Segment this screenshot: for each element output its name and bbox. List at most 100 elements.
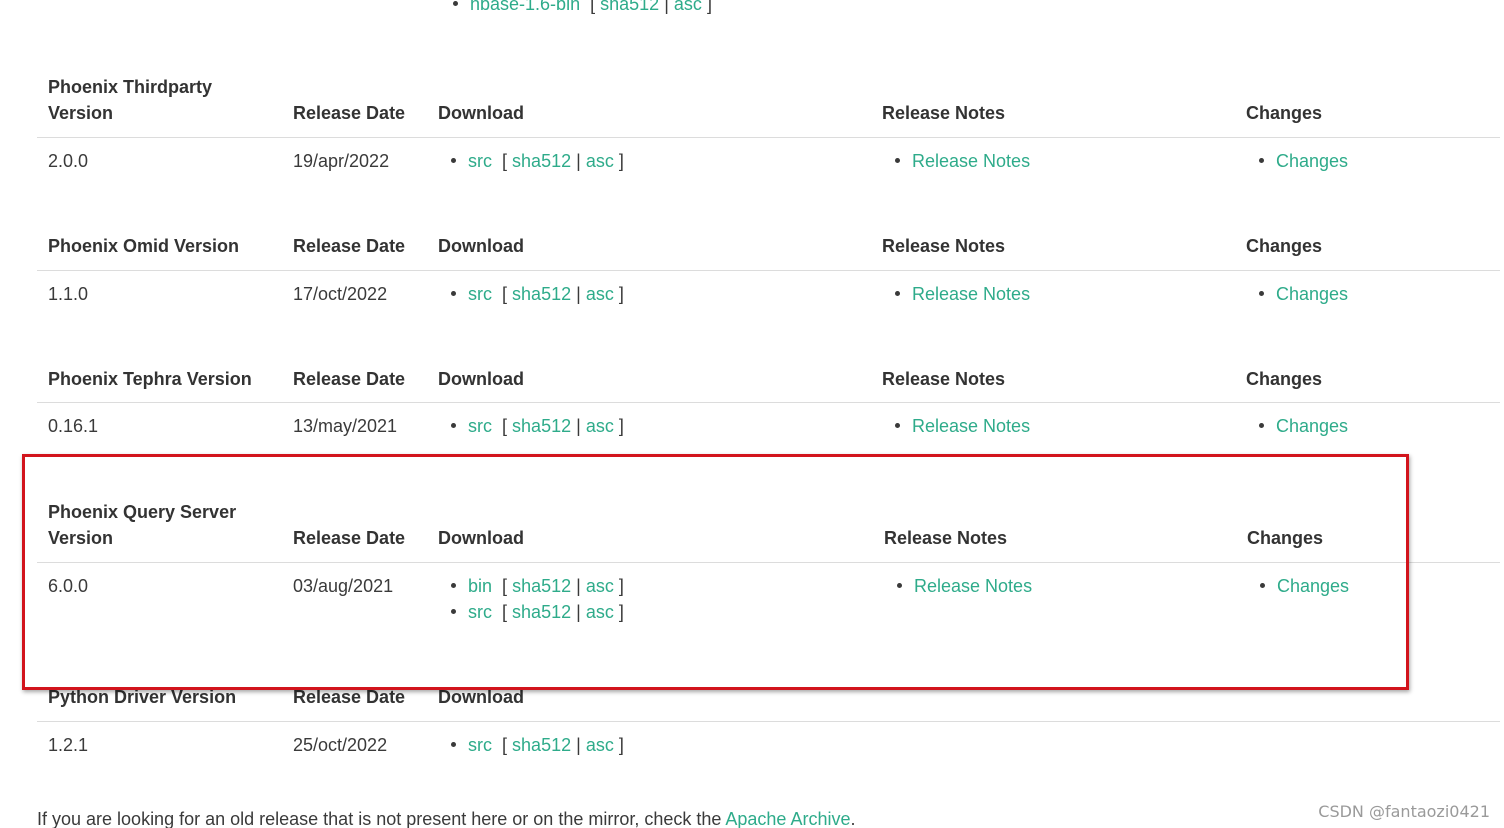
header-release-date: Release Date [293,369,406,389]
header-download: Download [438,369,524,389]
bracket-open: [ [502,284,508,304]
header-download: Download [438,103,524,123]
download-link-src[interactable]: src [468,416,492,436]
changes-item: Changes [1259,281,1348,307]
header-download: Download [438,687,524,707]
archive-note: If you are looking for an old release th… [37,806,855,828]
version-cell: 6.0.0 [48,576,89,596]
sha512-link[interactable]: sha512 [512,576,571,596]
pipe-separator: | [576,576,581,596]
header-release-notes: Release Notes [882,369,1006,389]
header-release-date: Release Date [293,103,406,123]
version-cell: 1.2.1 [48,735,89,755]
download-item: src [ sha512 | asc ] [451,281,624,307]
release-notes-link[interactable]: Release Notes [912,416,1030,436]
version-cell: 1.1.0 [48,284,89,304]
header-release-date: Release Date [293,687,406,707]
watermark: CSDN @fantaozi0421 [1318,802,1490,821]
bracket-close: ] [618,576,624,596]
bullet-icon [451,741,456,747]
asc-link[interactable]: asc [586,576,614,596]
bracket-open: [ [502,576,508,596]
asc-link[interactable]: asc [586,735,614,755]
download-link-src[interactable]: src [468,151,492,171]
asc-link[interactable]: asc [674,0,702,14]
header-version: Phoenix Omid Version [48,236,240,256]
bracket-open: [ [502,151,508,171]
changes-link[interactable]: Changes [1277,576,1349,596]
changes-item: Changes [1259,148,1348,174]
release-notes-link[interactable]: Release Notes [912,151,1030,171]
top-partial-download: hbase-1.6-bin [ sha512 | asc ] [453,0,712,17]
download-link-src[interactable]: src [468,284,492,304]
header-changes: Changes [1246,236,1323,256]
pipe-separator: | [576,284,581,304]
header-download: Download [438,236,524,256]
header-divider [37,402,1500,403]
bullet-icon [453,0,458,6]
header-divider [37,721,1500,722]
bullet-icon [451,422,456,428]
bracket-close: ] [618,602,624,622]
bracket-close: ] [618,151,624,171]
header-changes: Changes [1247,528,1324,548]
header-version: Phoenix Thirdparty Version [48,77,213,123]
pipe-separator: | [576,151,581,171]
asc-link[interactable]: asc [586,416,614,436]
header-release-date: Release Date [293,236,406,256]
sha512-link[interactable]: sha512 [512,284,571,304]
version-cell: 0.16.1 [48,416,99,436]
release-notes-item: Release Notes [895,148,1030,174]
header-divider [37,137,1500,138]
header-release-notes: Release Notes [882,103,1006,123]
changes-link[interactable]: Changes [1276,284,1348,304]
bullet-icon [451,157,456,163]
header-divider [37,270,1500,271]
bullet-icon [895,422,900,428]
asc-link[interactable]: asc [586,602,614,622]
release-notes-link[interactable]: Release Notes [912,284,1030,304]
bullet-icon [1259,422,1264,428]
changes-link[interactable]: Changes [1276,416,1348,436]
sha512-link[interactable]: sha512 [600,0,659,14]
asc-link[interactable]: asc [586,284,614,304]
sha512-link[interactable]: sha512 [512,416,571,436]
archive-note-text: If you are looking for an old release th… [37,809,726,828]
asc-link[interactable]: asc [586,151,614,171]
sha512-link[interactable]: sha512 [512,151,571,171]
download-item: src [ sha512 | asc ] [451,732,624,758]
changes-item: Changes [1259,413,1348,439]
bracket-open: [ [502,735,508,755]
header-divider [37,562,1500,563]
download-link-src[interactable]: src [468,602,492,622]
download-link-hbase-bin[interactable]: hbase-1.6-bin [470,0,580,14]
apache-archive-link[interactable]: Apache Archive [725,809,850,828]
header-release-notes: Release Notes [882,236,1006,256]
pipe-separator: | [576,602,581,622]
changes-item: Changes [1260,573,1349,599]
release-date-cell: 03/aug/2021 [293,576,394,596]
bullet-icon [451,608,456,614]
release-notes-item: Release Notes [897,573,1032,599]
download-link-src[interactable]: src [468,735,492,755]
release-date-cell: 17/oct/2022 [293,284,388,304]
bullet-icon [451,582,456,588]
header-release-notes: Release Notes [884,528,1008,548]
bullet-icon [451,290,456,296]
header-release-date: Release Date [293,528,406,548]
version-cell: 2.0.0 [48,151,89,171]
highlight-annotation-box [22,454,1409,690]
sha512-link[interactable]: sha512 [512,735,571,755]
sha512-link[interactable]: sha512 [512,602,571,622]
release-notes-link[interactable]: Release Notes [914,576,1032,596]
bracket-close: ] [618,735,624,755]
header-version: Python Driver Version [48,687,237,707]
download-item: bin [ sha512 | asc ] [451,573,624,599]
download-link-bin[interactable]: bin [468,576,492,596]
page: hbase-1.6-bin [ sha512 | asc ] Phoenix T… [0,0,1504,828]
header-changes: Changes [1246,103,1323,123]
bracket-close: ] [618,284,624,304]
pipe-separator: | [576,735,581,755]
header-version: Phoenix Tephra Version [48,369,252,389]
changes-link[interactable]: Changes [1276,151,1348,171]
